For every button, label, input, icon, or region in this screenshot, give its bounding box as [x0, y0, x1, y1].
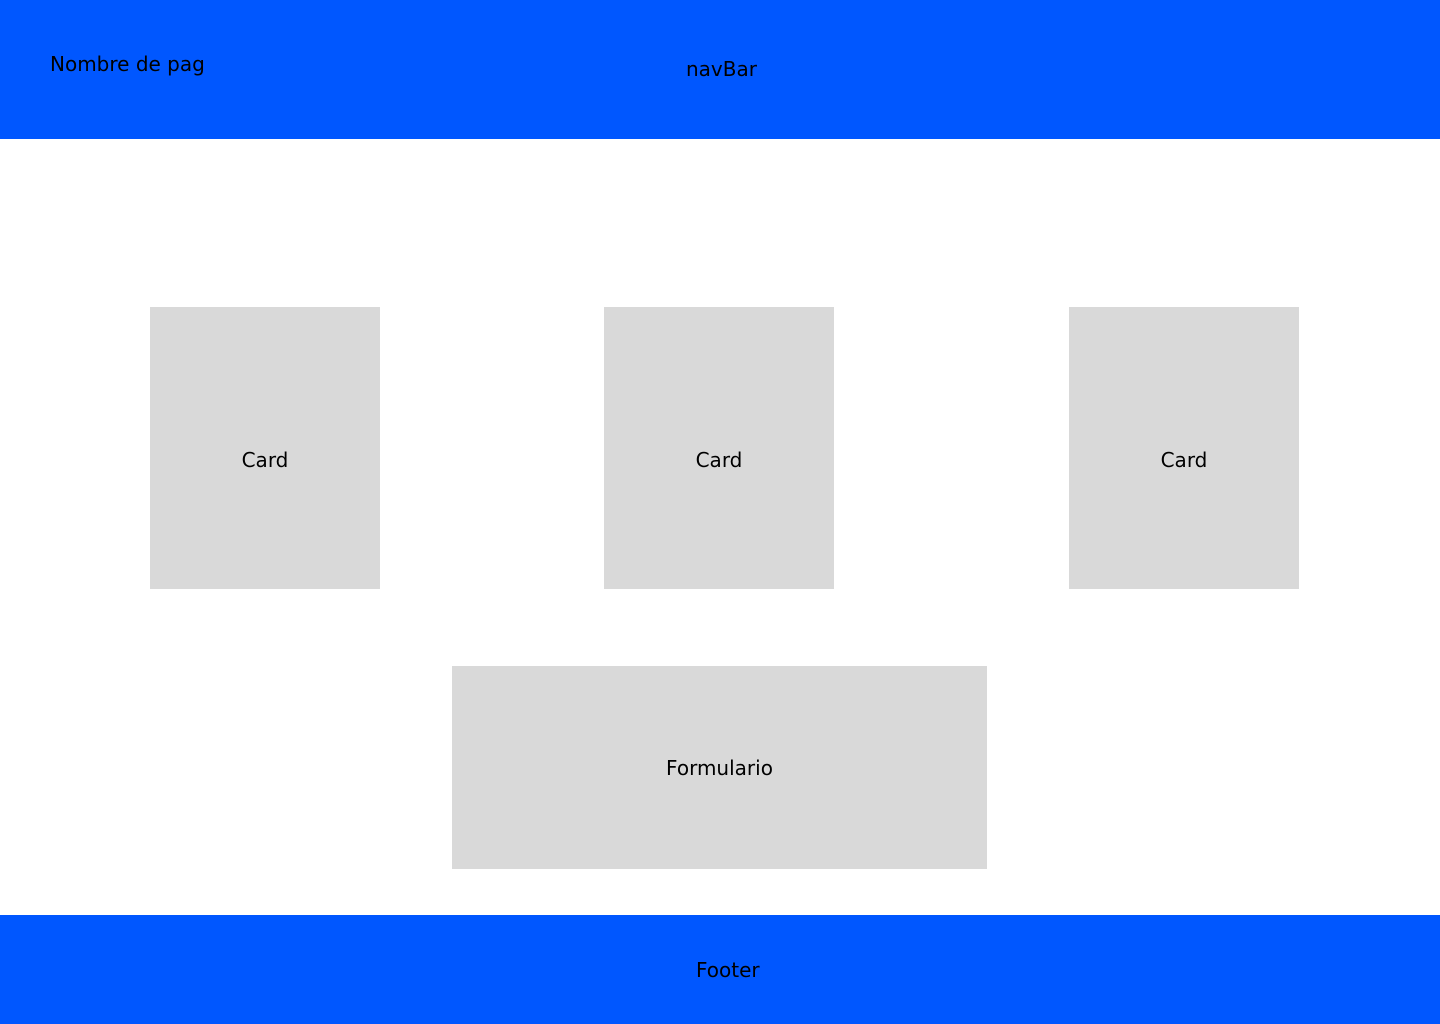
card-label: Card [241, 448, 289, 472]
navbar-label: navBar [686, 57, 757, 81]
card-1[interactable]: Card [150, 307, 380, 589]
site-name[interactable]: Nombre de pag [50, 51, 205, 77]
card-label: Card [1160, 448, 1208, 472]
footer-label: Footer [696, 958, 760, 982]
form-placeholder[interactable]: Formulario [452, 666, 987, 869]
card-label: Card [695, 448, 743, 472]
footer: Footer [0, 915, 1440, 1024]
page: Nombre de pag navBar Card Card Card Form… [0, 0, 1440, 1024]
form-label: Formulario [666, 755, 773, 780]
navbar: Nombre de pag navBar [0, 0, 1440, 139]
card-3[interactable]: Card [1069, 307, 1299, 589]
card-2[interactable]: Card [604, 307, 834, 589]
